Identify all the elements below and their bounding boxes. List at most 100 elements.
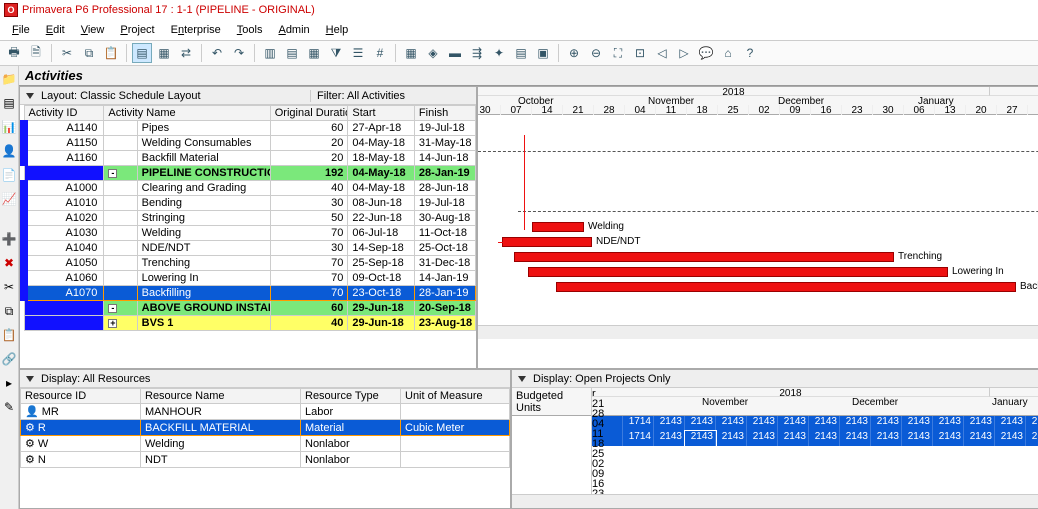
wbs-icon[interactable]: ⇄ bbox=[176, 43, 196, 63]
budgeted-row[interactable]: 1714214321432143214321432143214321432143… bbox=[592, 416, 1038, 431]
print-icon[interactable]: 🖶 bbox=[4, 43, 24, 63]
gantt-bar[interactable] bbox=[528, 267, 948, 277]
level-icon[interactable]: ▦ bbox=[154, 43, 174, 63]
home-icon[interactable]: ⌂ bbox=[718, 43, 738, 63]
activity-row[interactable]: A1010Bending3008-Jun-1819-Jul-18 bbox=[24, 196, 476, 211]
resource-row[interactable]: 👤 MRMANHOURLabor bbox=[21, 404, 510, 420]
activity-row[interactable]: -ABOVE GROUND INSTALLATIONS6029-Jun-1820… bbox=[24, 301, 476, 316]
gantt-timescale[interactable]: 2018 2019 October November December Janu… bbox=[478, 87, 1038, 115]
gantt-icon[interactable]: ▬ bbox=[445, 43, 465, 63]
filter-label[interactable]: Filter: All Activities bbox=[310, 90, 411, 102]
menu-edit[interactable]: Edit bbox=[40, 22, 71, 38]
gantt-bar[interactable] bbox=[502, 237, 592, 247]
activity-row[interactable]: A1000Clearing and Grading4004-May-1828-J… bbox=[24, 181, 476, 196]
menu-admin[interactable]: Admin bbox=[272, 22, 315, 38]
chat-icon[interactable]: 💬 bbox=[696, 43, 716, 63]
lb-tracking-icon[interactable]: 📈 bbox=[0, 190, 18, 208]
gantt-bar[interactable] bbox=[514, 252, 894, 262]
table-icon[interactable]: ▦ bbox=[304, 43, 324, 63]
filter-icon[interactable]: ⧩ bbox=[326, 43, 346, 63]
resource-table[interactable]: Resource ID Resource Name Resource Type … bbox=[20, 388, 510, 468]
gantt-scroll[interactable] bbox=[478, 325, 1038, 339]
col-activity-id[interactable]: Activity ID bbox=[24, 106, 104, 121]
budgeted-label[interactable]: Budgeted Units bbox=[512, 388, 591, 416]
bars-icon[interactable]: ▤ bbox=[282, 43, 302, 63]
budgeted-grid[interactable]: 1714214321432143214321432143214321432143… bbox=[592, 416, 1038, 446]
activity-row[interactable]: -PIPELINE CONSTRUCTION19204-May-1828-Jan… bbox=[24, 166, 476, 181]
col-activity-name[interactable]: Activity Name bbox=[104, 106, 270, 121]
redo-icon[interactable]: ↷ bbox=[229, 43, 249, 63]
spreadsheet-icon[interactable]: ▦ bbox=[401, 43, 421, 63]
resource-row[interactable]: ⚙ WWeldingNonlabor bbox=[21, 436, 510, 452]
budgeted-timescale[interactable]: 2018 2019 November December Januaryr2128… bbox=[592, 388, 1038, 416]
activity-row[interactable]: A1070Backfilling7023-Oct-1828-Jan-19 bbox=[24, 286, 476, 301]
paste-icon[interactable]: 📋 bbox=[101, 43, 121, 63]
prev-icon[interactable]: ◁ bbox=[652, 43, 672, 63]
progress-icon[interactable]: ✦ bbox=[489, 43, 509, 63]
display-resources[interactable]: Display: All Resources bbox=[20, 373, 156, 385]
collapse-icon[interactable]: ⊡ bbox=[630, 43, 650, 63]
activity-table[interactable]: Activity ID Activity Name Original Durat… bbox=[20, 105, 476, 331]
lb-add-icon[interactable]: ➕ bbox=[0, 230, 18, 248]
menu-file[interactable]: File bbox=[6, 22, 36, 38]
trace-icon[interactable]: ⇶ bbox=[467, 43, 487, 63]
gantt-bar[interactable] bbox=[556, 282, 1016, 292]
col-duration[interactable]: Original Duration bbox=[270, 106, 348, 121]
lb-projects-icon[interactable]: 📁 bbox=[0, 70, 18, 88]
menu-tools[interactable]: Tools bbox=[231, 22, 269, 38]
preview-icon[interactable]: 🗎 bbox=[26, 43, 46, 63]
col-res-name[interactable]: Resource Name bbox=[141, 389, 301, 404]
group-icon[interactable]: ☰ bbox=[348, 43, 368, 63]
gantt-body[interactable]: Welding NDE/NDT Trenching Lowering In Ba… bbox=[478, 115, 1038, 325]
expand-icon[interactable]: ⛶ bbox=[608, 43, 628, 63]
activity-row[interactable]: A1040NDE/NDT3014-Sep-1825-Oct-18 bbox=[24, 241, 476, 256]
lb-copy-icon[interactable]: ⧉ bbox=[0, 302, 18, 320]
activity-row[interactable]: A1140Pipes6027-Apr-1819-Jul-18 bbox=[24, 121, 476, 136]
col-start[interactable]: Start bbox=[348, 106, 415, 121]
hash-icon[interactable]: # bbox=[370, 43, 390, 63]
zoom-out-icon[interactable]: ⊖ bbox=[586, 43, 606, 63]
layout-icon[interactable]: ▣ bbox=[533, 43, 553, 63]
lb-assign-icon[interactable]: 🔗 bbox=[0, 350, 18, 368]
next-icon[interactable]: ▷ bbox=[674, 43, 694, 63]
network-icon[interactable]: ◈ bbox=[423, 43, 443, 63]
lb-wbs-icon[interactable]: ▤ bbox=[0, 94, 18, 112]
layout-selector[interactable]: Layout: Classic Schedule Layout bbox=[20, 90, 310, 102]
activity-row[interactable]: +BVS 14029-Jun-1823-Aug-18 bbox=[24, 316, 476, 331]
activity-row[interactable]: A1020Stringing5022-Jun-1830-Aug-18 bbox=[24, 211, 476, 226]
menu-enterprise[interactable]: Enterprise bbox=[165, 22, 227, 38]
gantt-bar[interactable] bbox=[532, 222, 584, 232]
lb-delete-icon[interactable]: ✖ bbox=[0, 254, 18, 272]
copy-icon[interactable]: ⧉ bbox=[79, 43, 99, 63]
lb-activities-icon[interactable]: 📊 bbox=[0, 118, 18, 136]
display-projects[interactable]: Display: Open Projects Only bbox=[512, 373, 677, 385]
columns-icon[interactable]: ▥ bbox=[260, 43, 280, 63]
gantt-pane[interactable]: 2018 2019 October November December Janu… bbox=[477, 86, 1038, 369]
lb-steps-icon[interactable]: ▸ bbox=[0, 374, 18, 392]
resource-row[interactable]: ⚙ RBACKFILL MATERIALMaterialCubic Meter bbox=[21, 420, 510, 436]
lb-cut-icon[interactable]: ✂ bbox=[0, 278, 18, 296]
lb-paste-icon[interactable]: 📋 bbox=[0, 326, 18, 344]
help-icon[interactable]: ? bbox=[740, 43, 760, 63]
schedule-icon[interactable]: ▤ bbox=[132, 43, 152, 63]
menu-project[interactable]: Project bbox=[114, 22, 160, 38]
activity-row[interactable]: A1150Welding Consumables2004-May-1831-Ma… bbox=[24, 136, 476, 151]
col-finish[interactable]: Finish bbox=[414, 106, 475, 121]
col-res-uom[interactable]: Unit of Measure bbox=[401, 389, 510, 404]
col-res-type[interactable]: Resource Type bbox=[301, 389, 401, 404]
menu-view[interactable]: View bbox=[75, 22, 111, 38]
report-icon[interactable]: ▤ bbox=[511, 43, 531, 63]
lb-resources-icon[interactable]: 👤 bbox=[0, 142, 18, 160]
menu-help[interactable]: Help bbox=[320, 22, 355, 38]
activity-row[interactable]: A1050Trenching7025-Sep-1831-Dec-18 bbox=[24, 256, 476, 271]
undo-icon[interactable]: ↶ bbox=[207, 43, 227, 63]
activity-row[interactable]: A1060Lowering In7009-Oct-1814-Jan-19 bbox=[24, 271, 476, 286]
cut-icon[interactable]: ✂ bbox=[57, 43, 77, 63]
activity-row[interactable]: A1160Backfill Material2018-May-1814-Jun-… bbox=[24, 151, 476, 166]
lb-reports-icon[interactable]: 📄 bbox=[0, 166, 18, 184]
budgeted-row[interactable]: 1714214321432143214321432143214321432143… bbox=[592, 431, 1038, 446]
activity-row[interactable]: A1030Welding7006-Jul-1811-Oct-18 bbox=[24, 226, 476, 241]
budgeted-scroll[interactable] bbox=[512, 494, 1038, 508]
zoom-in-icon[interactable]: ⊕ bbox=[564, 43, 584, 63]
resource-row[interactable]: ⚙ NNDTNonlabor bbox=[21, 452, 510, 468]
